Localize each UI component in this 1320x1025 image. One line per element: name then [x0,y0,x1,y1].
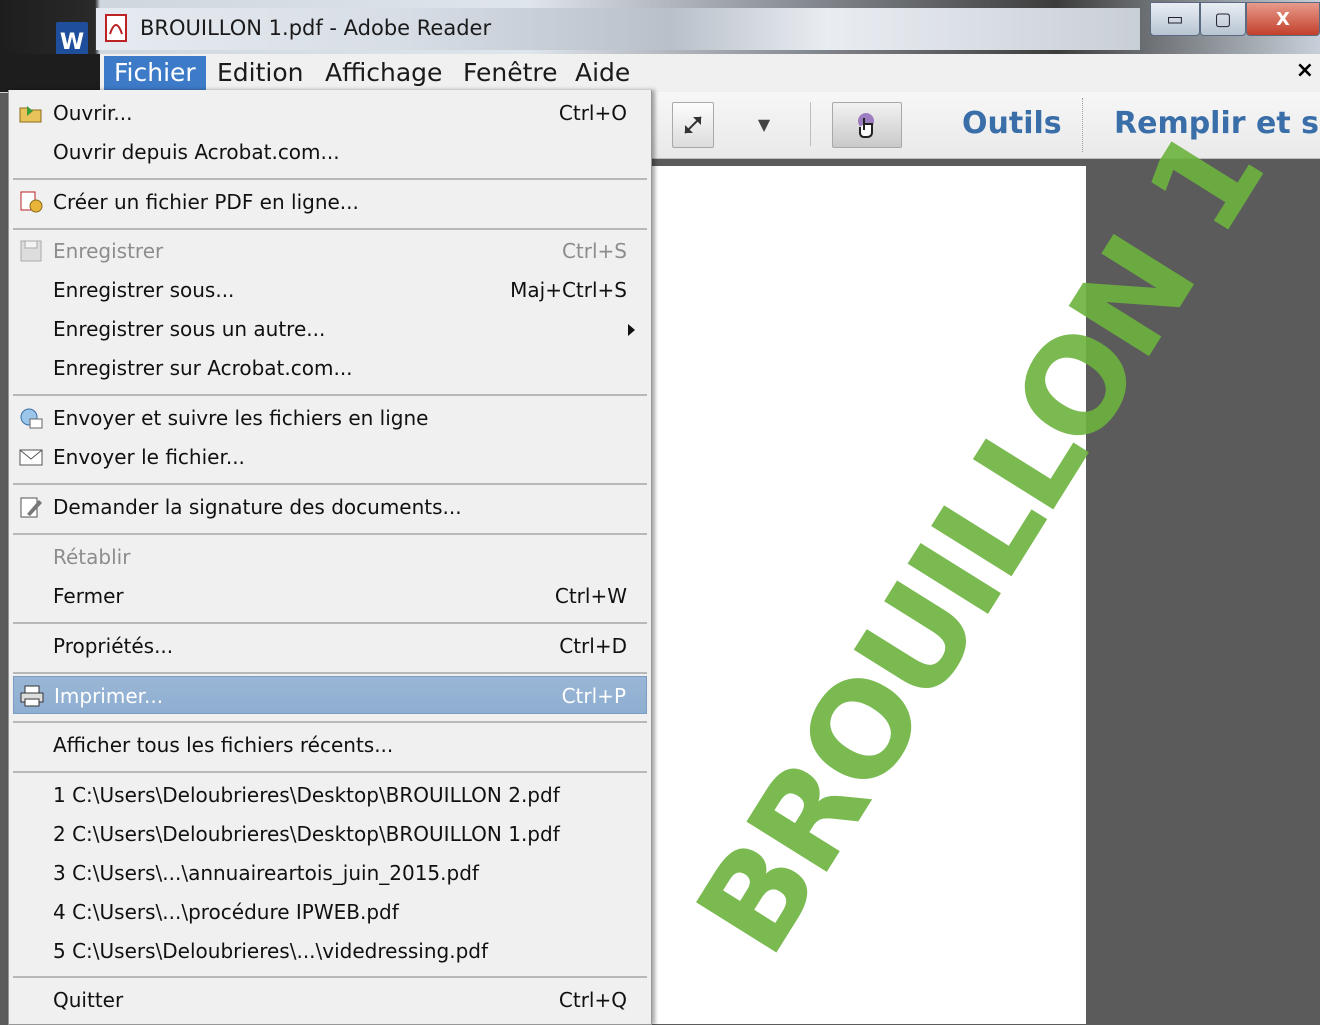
menu-separator [13,622,647,624]
file-menu-dropdown: Ouvrir... Ctrl+O Ouvrir depuis Acrobat.c… [8,90,652,1025]
menu-item-creer-pdf[interactable]: Créer un fichier PDF en ligne... [13,183,647,221]
close-document-icon[interactable]: × [1296,58,1314,83]
menu-label: Demander la signature des documents... [53,495,462,519]
menu-separator [13,394,647,396]
pdf-file-icon [105,14,127,42]
menu-item-imprimer[interactable]: Imprimer... Ctrl+P [13,676,647,714]
menu-label: Propriétés... [53,634,174,658]
menu-separator [13,672,647,674]
menu-label: Ouvrir... [53,101,133,125]
menu-shortcut: Ctrl+Q [558,988,627,1012]
menu-item-proprietes[interactable]: Propriétés... Ctrl+D [13,627,647,665]
menu-item-retablir[interactable]: Rétablir [13,538,647,576]
menu-shortcut: Ctrl+P [561,684,626,708]
menu-separator [13,771,647,773]
open-folder-icon [19,106,42,123]
menu-item-enregistrer-autre[interactable]: Enregistrer sous un autre... [13,310,647,348]
mail-icon [19,449,43,466]
toolbar-separator-dotted [1082,98,1084,152]
pdf-page[interactable]: BROUILLON 1 [652,105,1292,1024]
menu-label: 2 C:\Users\Deloubrieres\Desktop\BROUILLO… [53,822,560,846]
hand-tool-button[interactable] [832,102,902,148]
menu-label: 4 C:\Users\...\procédure IPWEB.pdf [53,900,399,924]
menu-item-recent-2[interactable]: 2 C:\Users\Deloubrieres\Desktop\BROUILLO… [13,815,647,853]
menu-item-ouvrir[interactable]: Ouvrir... Ctrl+O [13,94,647,132]
printer-icon [20,685,44,707]
menu-label: 3 C:\Users\...\annuaireartois_juin_2015.… [53,861,479,885]
menu-separator [13,721,647,723]
menu-separator [13,976,647,978]
title-bar: W BROUILLON 1.pdf - Adobe Reader ▭ ▢ X [0,0,1320,62]
menu-label: Quitter [53,988,124,1012]
menu-affichage[interactable]: Affichage [315,56,452,90]
menu-label: Enregistrer [53,239,164,263]
tools-pane-link[interactable]: Outils [962,106,1062,141]
menu-label: Ouvrir depuis Acrobat.com... [53,140,340,164]
menu-item-demander-signature[interactable]: Demander la signature des documents... [13,488,647,526]
minimize-button[interactable]: ▭ [1150,2,1200,36]
menu-label: Afficher tous les fichiers récents... [53,733,394,757]
menu-separator [13,228,647,230]
menu-item-recent-1[interactable]: 1 C:\Users\Deloubrieres\Desktop\BROUILLO… [13,776,647,814]
menu-label: Enregistrer sous un autre... [53,317,326,341]
menu-label: Rétablir [53,545,131,569]
menu-label: 5 C:\Users\Deloubrieres\...\videdressing… [53,939,489,963]
menu-item-enregistrer[interactable]: Enregistrer Ctrl+S [13,232,647,270]
close-window-button[interactable]: X [1246,2,1320,36]
menu-label: Enregistrer sur Acrobat.com... [53,356,353,380]
menu-shortcut: Ctrl+W [554,584,627,608]
menu-item-recent-3[interactable]: 3 C:\Users\...\annuaireartois_juin_2015.… [13,854,647,892]
create-pdf-icon [20,191,43,213]
menu-item-enregistrer-sous[interactable]: Enregistrer sous... Maj+Ctrl+S [13,271,647,309]
menu-item-ouvrir-acrobat[interactable]: Ouvrir depuis Acrobat.com... [13,133,647,171]
submenu-arrow-icon [628,324,635,336]
menu-shortcut: Ctrl+D [559,634,627,658]
menu-label: Fermer [53,584,124,608]
menu-item-fichiers-recents[interactable]: Afficher tous les fichiers récents... [13,726,647,764]
signature-icon [20,497,42,518]
menu-edition[interactable]: Edition [207,56,314,90]
menu-bar: Fichier Edition Affichage Fenêtre Aide × [0,54,1320,93]
expand-arrows-icon [684,116,702,134]
menu-label: 1 C:\Users\Deloubrieres\Desktop\BROUILLO… [53,783,560,807]
menu-shortcut: Ctrl+S [561,239,627,263]
save-icon [20,240,42,262]
toolbar-separator [810,102,811,146]
menu-label: Enregistrer sous... [53,278,235,302]
toolbar-dropdown-button[interactable]: ▼ [752,102,776,146]
menu-item-recent-4[interactable]: 4 C:\Users\...\procédure IPWEB.pdf [13,893,647,931]
menu-item-fermer[interactable]: Fermer Ctrl+W [13,577,647,615]
menu-bar-left-edge [0,54,100,92]
menu-shortcut: Ctrl+O [558,101,627,125]
maximize-button[interactable]: ▢ [1200,2,1246,36]
menu-label: Créer un fichier PDF en ligne... [53,190,359,214]
menu-aide[interactable]: Aide [565,56,640,90]
menu-separator [13,483,647,485]
menu-separator [13,178,647,180]
menu-item-recent-5[interactable]: 5 C:\Users\Deloubrieres\...\videdressing… [13,932,647,970]
menu-label: Envoyer et suivre les fichiers en ligne [53,406,429,430]
watermark-text: BROUILLON 1 [667,104,1293,980]
send-track-icon [20,408,43,429]
menu-item-envoyer-fichier[interactable]: Envoyer le fichier... [13,438,647,476]
menu-shortcut: Maj+Ctrl+S [510,278,627,302]
menu-separator [13,533,647,535]
menu-item-envoyer-suivre[interactable]: Envoyer et suivre les fichiers en ligne [13,399,647,437]
full-screen-button[interactable] [672,102,714,148]
menu-item-enregistrer-acrobat[interactable]: Enregistrer sur Acrobat.com... [13,349,647,387]
menu-fichier[interactable]: Fichier [104,56,206,90]
window-title: BROUILLON 1.pdf - Adobe Reader [140,16,492,40]
menu-label: Imprimer... [54,684,164,708]
hand-pointer-icon [858,113,874,138]
menu-item-quitter[interactable]: Quitter Ctrl+Q [13,981,647,1019]
menu-label: Envoyer le fichier... [53,445,245,469]
menu-fenetre[interactable]: Fenêtre [453,56,568,90]
window-controls: ▭ ▢ X [1148,2,1320,36]
